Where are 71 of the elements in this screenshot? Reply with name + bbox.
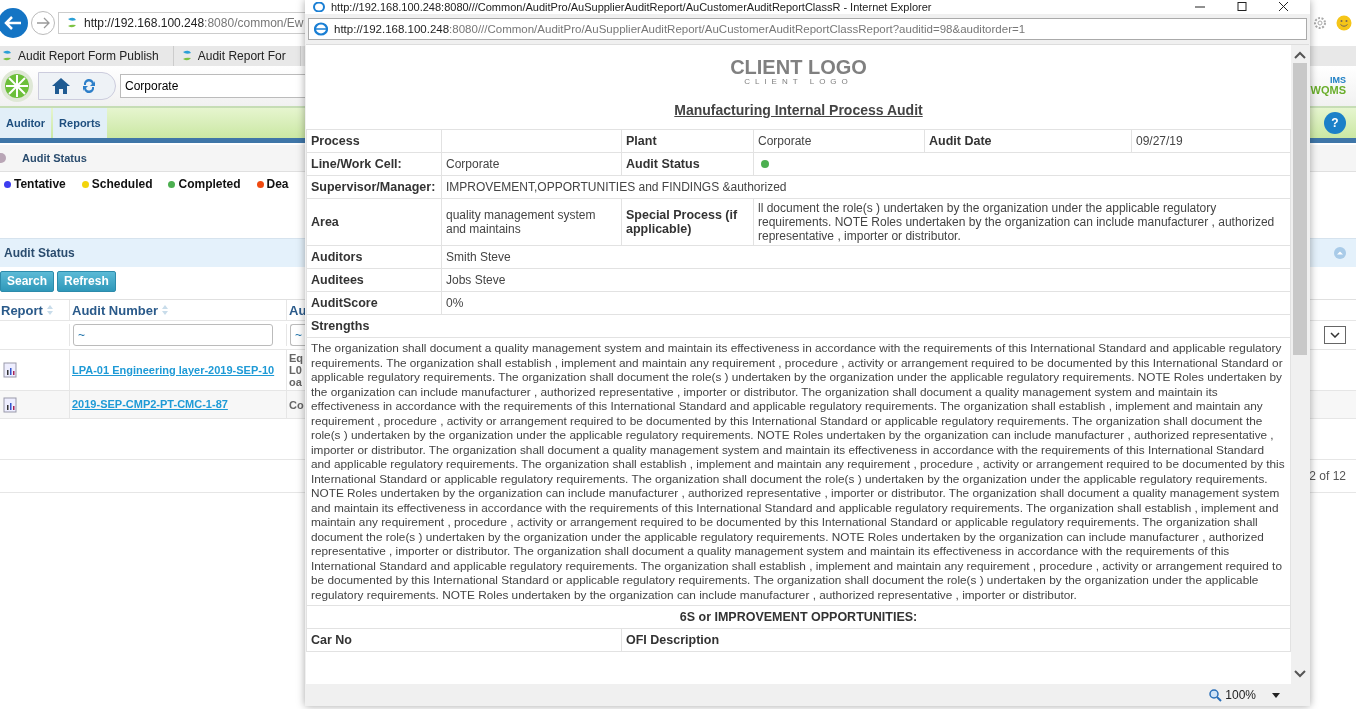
smiley-icon[interactable]: [1336, 15, 1352, 31]
field-label: Special Process (if applicable): [621, 198, 754, 246]
field-label: Process: [306, 129, 442, 153]
client-logo: CLIENT LOGO CLIENT LOGO: [729, 57, 868, 86]
table-cell: oa: [289, 376, 302, 388]
field-label: Auditors: [306, 245, 442, 269]
zoom-icon: [1209, 688, 1223, 702]
sort-icon: [45, 304, 54, 316]
section-heading: 6S or IMPROVEMENT OPPORTUNITIES:: [306, 605, 1291, 629]
field-label: Audit Date: [924, 129, 1132, 153]
scrollbar[interactable]: [1291, 45, 1309, 684]
legend-label: Scheduled: [91, 177, 153, 191]
field-label: Auditees: [306, 268, 442, 292]
refresh-icon[interactable]: [81, 78, 97, 94]
forward-arrow-icon: [36, 17, 50, 29]
filter-field[interactable]: ~: [73, 324, 273, 346]
scroll-up-icon[interactable]: [1294, 51, 1306, 59]
ie-icon: [314, 22, 328, 36]
close-icon[interactable]: [1278, 2, 1290, 12]
field-value: IMPROVEMENT,OPPORTUNITIES and FINDINGS &authorized: [441, 175, 1291, 199]
field-value: 09/27/19: [1131, 129, 1291, 153]
home-icon[interactable]: [51, 77, 71, 95]
ie-icon: [313, 2, 325, 12]
field-label: Supervisor/Manager:: [306, 175, 442, 199]
section-label: Strengths: [306, 314, 1291, 338]
chevron-down-icon: [1330, 332, 1340, 338]
field-value: Corporate: [441, 152, 622, 176]
report-title: Manufacturing Internal Process Audit: [673, 102, 924, 118]
field-value: Smith Steve: [441, 245, 1291, 269]
panel-title: Audit Status: [3, 246, 75, 260]
column-header[interactable]: Report: [0, 300, 69, 320]
scroll-down-icon[interactable]: [1294, 670, 1306, 678]
table-cell: L0: [289, 364, 302, 376]
help-button[interactable]: ?: [1324, 112, 1346, 134]
field-label: AuditScore: [306, 291, 442, 315]
menu-tab[interactable]: Reports: [53, 108, 107, 138]
report-icon[interactable]: [3, 396, 17, 413]
zoom-control[interactable]: 100%: [1209, 688, 1256, 702]
dropdown-caret-icon[interactable]: [1272, 692, 1280, 698]
report-icon[interactable]: [3, 362, 17, 378]
window-title: http://192.168.100.248:8080///Common/AuditPro/AuSupplierAuditReport/AuCustomerAuditReportClassR - Internet Explorer: [331, 1, 932, 13]
strengths-text: The organization shall document a quality management system and maintain its effectiveness in accordance with the requirements of this International Standard and applicable regulatory requirements. The organization shall establish , implement and maintain any requirement , procedure , activity or arrangement required to be documented by this International Standard or applicable regulatory requirements. The organization shall document the role(s ) undertaken by the organization under the applicable regulatory requirements. NOTE Roles undertaken by the organization can include manufacturer , authorized representative , importer or distributor. The organization shall document a quality management system and maintain its effectiveness in accordance with the requirements of this International Standard and applicable regulatory requirements. The organization shall establish , implement and maintain any requirement , procedure , activity or arrangement required to be documented by this International Standard or applicable regulatory requirements. The organization shall document the role(s ) undertaken by the organization under the applicable regulatory requirements. NOTE Roles undertaken by the organization can include manufacturer , authorized representative , importer or distributor. The organization shall document a quality management system and maintain its effectiveness in accordance with the requirements of this International Standard and applicable regulatory requirements. The organization shall establish , implement and maintain any requirement , procedure , activity or arrangement required to be documented by this International Standard or applicable regulatory requirements. The organization shall document the role(s ) undertaken by the organization under the applicable regulatory requirements. NOTE Roles undertaken by the organization can include manufacturer , authorized representative , importer or distributor. The organization shall document a quality management system and maintain its effectiveness in accordance with the requirements of this International Standard and applicable regulatory requirements. The organization shall establish , implement and maintain any requirement , procedure , activity or arrangement required to be documented by this International Standard or applicable regulatory requirements. The organization shall document the role(s ) undertaken by the organization under the applicable regulatory requirements. NOTE Roles undertaken by the organization can include manufacturer , authorized representative , importer or distributor. The organization shall document a quality management system and maintain its effectiveness in accordance with the requirements of this International Standard and applicable regulatory requirements. The organization shall establish , implement and maintain any requirement , procedure , activity or arrangement required to be documented by this International Standard or applicable regulatory requirements. The organization shall document the role(s ) undertaken by the organization under the applicable regulatory requirements. NOTE Roles undertaken by the organization can include manufacturer , authorized representative , importer or distributor.: [306, 337, 1291, 606]
legend-label: Tentative: [14, 177, 66, 191]
legend-label: Dea: [266, 177, 289, 191]
legend-label: Completed: [178, 177, 241, 191]
table-cell: Eq: [289, 352, 304, 364]
field-label: Plant: [621, 129, 754, 153]
column-header: Car No: [306, 628, 622, 652]
breadcrumb-icon: [0, 151, 8, 165]
dropdown[interactable]: [1324, 326, 1346, 344]
menu-tab[interactable]: Auditor: [0, 108, 52, 138]
field-value: 0%: [441, 291, 1291, 315]
table-cell: Co: [289, 398, 304, 411]
breadcrumb-item[interactable]: Audit Status: [22, 152, 87, 164]
column-header[interactable]: Audit Number: [69, 300, 286, 320]
wqms-logo: IMS WQMS: [1310, 76, 1346, 96]
column-header: OFI Description: [621, 628, 1291, 652]
address-bar[interactable]: http://192.168.100.248:8080///Common/AuditPro/AuSupplierAuditReport/AuCustomerAuditReportClassReport?auditid=98&auditorder=1: [308, 18, 1307, 40]
field-value: quality management system and maintains: [441, 198, 622, 246]
field-value: Jobs Steve: [441, 268, 1291, 292]
sun-logo-icon: [0, 69, 34, 103]
pager-text: 2 of 12: [1309, 469, 1346, 483]
field-value: Corporate: [753, 129, 925, 153]
back-button[interactable]: [0, 8, 28, 38]
back-arrow-icon: [4, 16, 22, 30]
field-label: Line/Work Cell:: [306, 152, 442, 176]
field-value: ll document the role(s ) undertaken by the organization under the applicable regulatory requirements. NOTE Roles undertaken by the organization can include manufacturer , authorized representative , importer or distributor.: [753, 198, 1291, 246]
maximize-icon[interactable]: [1236, 2, 1248, 12]
sort-icon: [160, 304, 169, 316]
field-label: Audit Status: [621, 152, 754, 176]
field-label: Area: [306, 198, 442, 246]
